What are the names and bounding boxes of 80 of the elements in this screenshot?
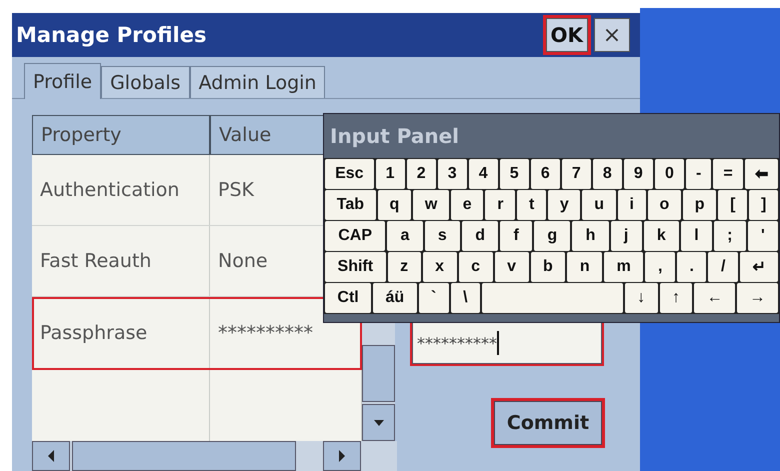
keyboard-key[interactable]: ` xyxy=(418,283,449,313)
keyboard-key[interactable]: / xyxy=(708,252,738,282)
keyboard-key[interactable]: = xyxy=(713,159,743,189)
text-caret xyxy=(497,331,499,355)
keyboard-key[interactable]: o xyxy=(648,190,682,220)
keyboard-key[interactable]: Tab xyxy=(325,190,376,220)
keyboard-key[interactable]: t xyxy=(517,190,546,220)
left-arrow-icon xyxy=(46,450,56,462)
keyboard-key[interactable]: z xyxy=(388,252,421,282)
keyboard-key[interactable]: 0 xyxy=(654,159,684,189)
scroll-thumb[interactable] xyxy=(72,441,296,471)
keyboard-key[interactable]: 5 xyxy=(500,159,529,189)
scroll-left-button[interactable] xyxy=(32,441,70,471)
keyboard-key[interactable]: c xyxy=(458,252,493,282)
tab[interactable]: Profile xyxy=(24,63,102,99)
scroll-down-button[interactable] xyxy=(362,404,395,441)
keyboard-key[interactable]: 6 xyxy=(530,159,560,189)
keyboard-key[interactable]: → xyxy=(737,283,778,313)
keyboard-key[interactable]: n xyxy=(567,252,602,282)
keyboard-key[interactable]: b xyxy=(530,252,566,282)
window-title: Manage Profiles xyxy=(16,23,208,47)
keyboard-key[interactable]: áü xyxy=(373,283,417,313)
keyboard-key[interactable]: 2 xyxy=(406,159,436,189)
scroll-thumb[interactable] xyxy=(362,345,395,402)
passphrase-field[interactable]: ********** xyxy=(412,322,602,364)
keyboard-key[interactable]: . xyxy=(676,252,706,282)
keyboard-key[interactable]: ↓ xyxy=(624,283,658,313)
keyboard-key[interactable]: j xyxy=(610,221,642,251)
keyboard-key[interactable]: u xyxy=(582,190,616,220)
tab[interactable]: Admin Login xyxy=(190,66,326,98)
keyboard-key[interactable]: h xyxy=(572,221,609,251)
keyboard-key[interactable]: k xyxy=(644,221,679,251)
keyboard-key[interactable]: 9 xyxy=(624,159,653,189)
keyboard-key[interactable]: q xyxy=(378,190,412,220)
keyboard-key[interactable]: ← xyxy=(694,283,736,313)
keyboard-key[interactable]: y xyxy=(548,190,580,220)
keyboard-key[interactable]: v xyxy=(494,252,528,282)
keyboard-key[interactable]: r xyxy=(485,190,516,220)
keyboard-key[interactable]: l xyxy=(680,221,712,251)
keyboard-key[interactable]: Shift xyxy=(325,252,386,282)
keyboard-key[interactable]: ; xyxy=(714,221,746,251)
keyboard-key[interactable]: d xyxy=(462,221,498,251)
keyboard-key[interactable]: p xyxy=(683,190,716,220)
commit-button[interactable]: Commit xyxy=(494,401,602,445)
keyboard-key[interactable]: - xyxy=(686,159,712,189)
horizontal-scrollbar[interactable] xyxy=(32,441,397,471)
table-cell: Fast Reauth xyxy=(32,226,210,296)
table-cell: Passphrase xyxy=(32,297,210,369)
keyboard-key[interactable]: , xyxy=(645,252,675,282)
keyboard-key[interactable]: 4 xyxy=(468,159,498,189)
keyboard-key[interactable]: 3 xyxy=(438,159,467,189)
close-button[interactable]: × xyxy=(594,18,630,52)
keyboard-key[interactable]: \ xyxy=(450,283,480,313)
tab[interactable]: Globals xyxy=(101,66,190,98)
keyboard-key[interactable]: ' xyxy=(748,221,778,251)
keyboard-key[interactable]: g xyxy=(534,221,570,251)
keyboard-key[interactable]: 7 xyxy=(562,159,591,189)
keyboard-key[interactable]: w xyxy=(413,190,450,220)
keyboard-key[interactable]: 8 xyxy=(592,159,622,189)
keyboard-key[interactable]: [ xyxy=(718,190,748,220)
keyboard-key[interactable]: ↑ xyxy=(660,283,692,313)
keyboard-key[interactable]: x xyxy=(422,252,457,282)
column-header: Property xyxy=(32,115,210,155)
field-value: ********** xyxy=(417,334,497,352)
keyboard-key[interactable]: ] xyxy=(749,190,778,220)
table-cell: Authentication xyxy=(32,155,210,225)
keyboard-key[interactable]: a xyxy=(387,221,423,251)
scroll-right-button[interactable] xyxy=(323,441,361,471)
keyboard-key[interactable]: e xyxy=(451,190,484,220)
keyboard-key[interactable]: ⬅ xyxy=(744,159,778,189)
ok-button[interactable]: OK xyxy=(546,18,588,52)
keyboard-key[interactable]: s xyxy=(424,221,460,251)
keyboard-key[interactable]: i xyxy=(618,190,646,220)
keyboard-key[interactable]: 1 xyxy=(376,159,405,189)
keyboard-key[interactable]: f xyxy=(500,221,532,251)
keyboard-key[interactable]: m xyxy=(604,252,644,282)
keyboard-key[interactable]: Esc xyxy=(325,159,374,189)
keyboard-key[interactable]: CAP xyxy=(325,221,386,251)
right-arrow-icon xyxy=(337,450,347,462)
keyboard-key[interactable]: ↵ xyxy=(740,252,778,282)
